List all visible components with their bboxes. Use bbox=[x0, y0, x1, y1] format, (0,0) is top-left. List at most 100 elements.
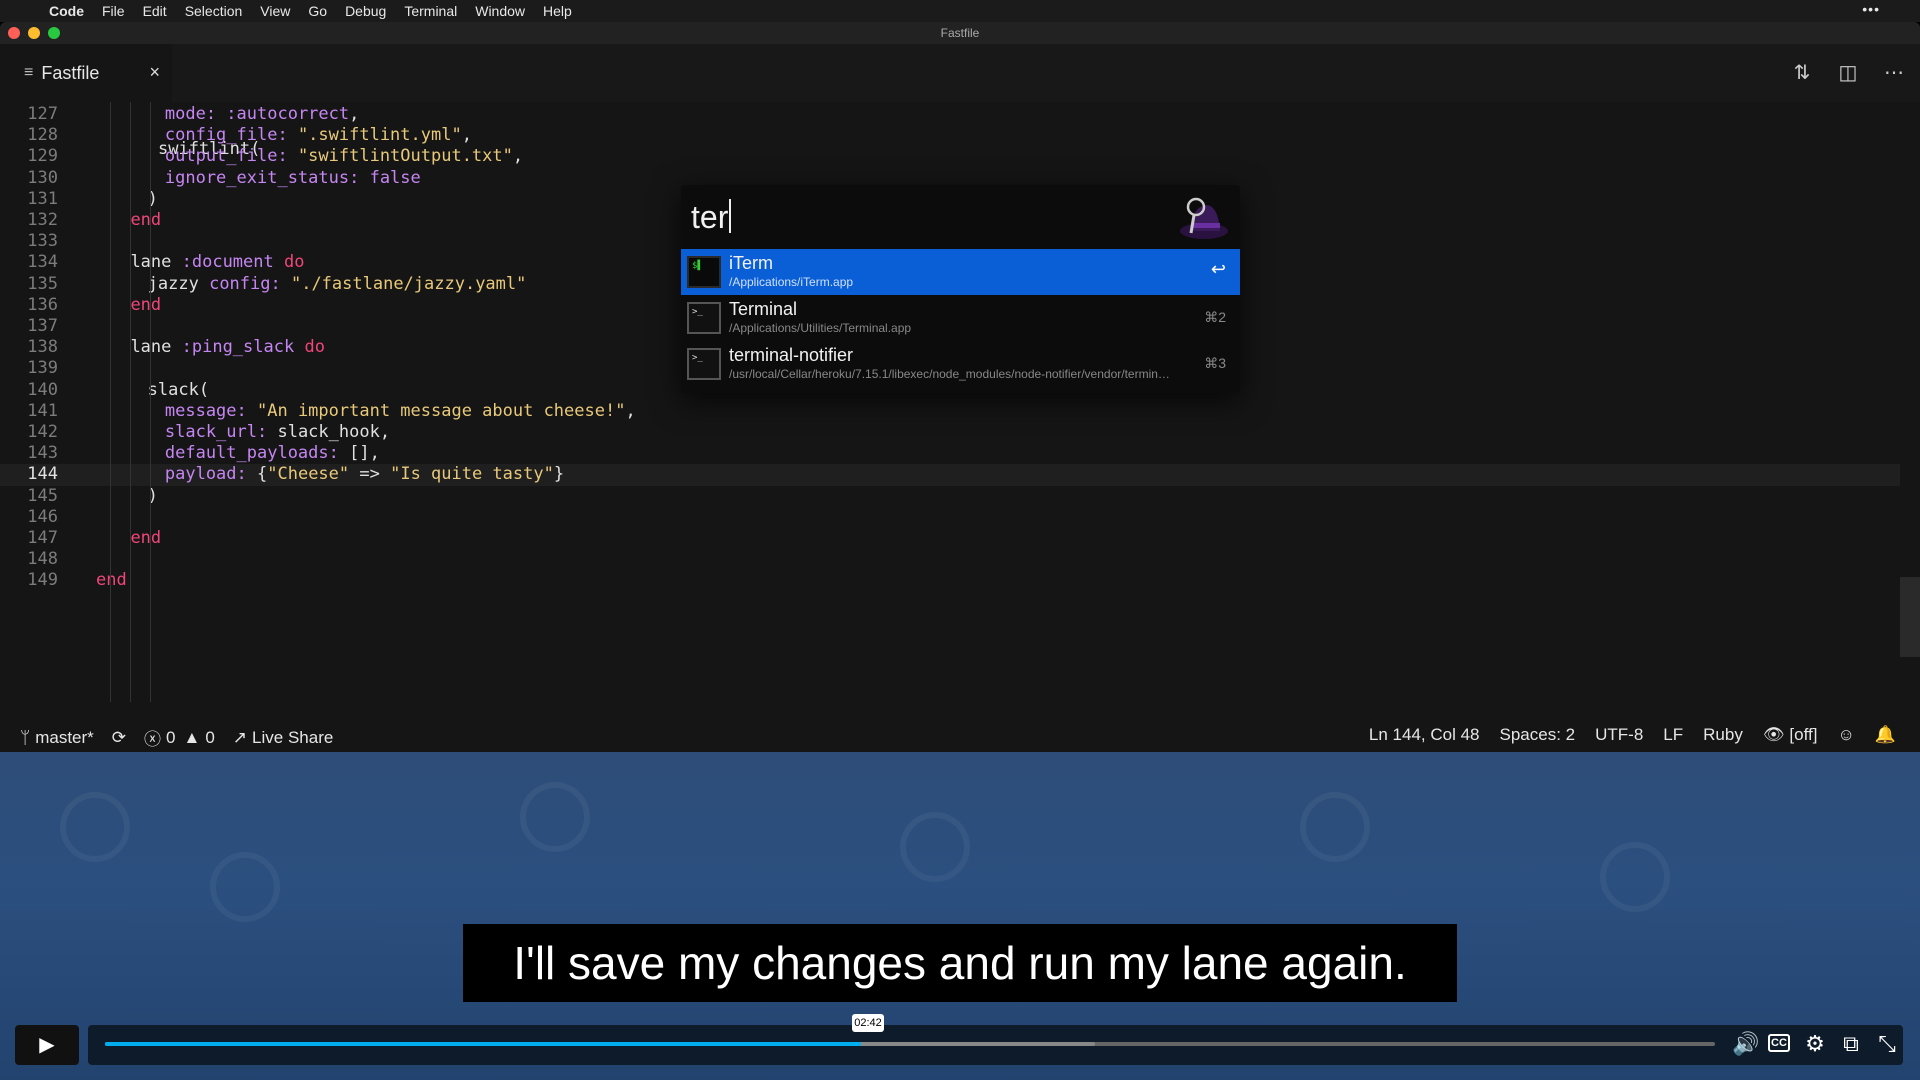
code-token: lane bbox=[130, 252, 182, 273]
indentation[interactable]: Spaces: 2 bbox=[1500, 725, 1576, 745]
menu-bar: Code File Edit Selection View Go Debug T… bbox=[0, 0, 1920, 22]
menu-app-name[interactable]: Code bbox=[40, 3, 93, 19]
code-token: :ping_slack bbox=[181, 337, 295, 358]
line-number: 141 bbox=[27, 400, 58, 421]
launcher-result[interactable]: $▌ iTerm/Applications/iTerm.app ↩ bbox=[681, 249, 1240, 295]
notifications-bell-icon[interactable]: 🔔 bbox=[1875, 725, 1896, 745]
code-token: } bbox=[553, 464, 565, 485]
split-editor-icon[interactable]: ◫ bbox=[1836, 60, 1860, 85]
code-token: config: bbox=[209, 273, 291, 294]
menu-extras-icon[interactable]: ••• bbox=[1862, 1, 1880, 17]
launcher-panel: ter $▌ iTerm/Applications/iTerm.app ↩ >_ Ter… bbox=[681, 185, 1240, 393]
line-number: 133 bbox=[27, 231, 58, 252]
menu-debug[interactable]: Debug bbox=[336, 3, 395, 19]
menu-terminal[interactable]: Terminal bbox=[395, 3, 466, 19]
editor-scrollbar[interactable] bbox=[1900, 577, 1920, 657]
line-number: 146 bbox=[27, 506, 58, 527]
status-bar: ᛘ master* ⟳ ⓧ 0 ▲ 0 ↗ Live Share Ln 144,… bbox=[0, 720, 1920, 752]
menu-edit[interactable]: Edit bbox=[134, 3, 176, 19]
volume-icon[interactable]: 🔊 bbox=[1732, 1031, 1759, 1057]
language-mode[interactable]: Ruby bbox=[1703, 725, 1743, 745]
launcher-hat-icon bbox=[1180, 197, 1228, 239]
share-icon: ↗ bbox=[232, 727, 248, 747]
code-token: "An important message about cheese!" bbox=[257, 400, 626, 421]
encoding[interactable]: UTF-8 bbox=[1595, 725, 1643, 745]
error-icon: ⓧ bbox=[144, 730, 162, 749]
feedback-smiley-icon[interactable]: ☺ bbox=[1837, 725, 1854, 745]
editor-actions: ⇅ ◫ ⋯ bbox=[1790, 60, 1906, 85]
launcher-search-input[interactable]: ter bbox=[691, 199, 1171, 239]
line-number: 135 bbox=[27, 273, 58, 294]
branch-status[interactable]: ᛘ master* bbox=[20, 725, 94, 750]
menu-selection[interactable]: Selection bbox=[176, 3, 252, 19]
menu-file[interactable]: File bbox=[93, 3, 134, 19]
exit-fullscreen-icon[interactable]: ⤡ bbox=[1876, 1031, 1898, 1057]
code-token: do bbox=[273, 252, 305, 273]
menu-view[interactable]: View bbox=[251, 3, 299, 19]
code-line[interactable]: 128 config_file: ".swiftlint.yml", bbox=[0, 125, 1900, 146]
progress-track[interactable] bbox=[105, 1042, 1715, 1046]
code-line[interactable]: 142 slack_url: slack_hook, bbox=[0, 422, 1900, 443]
compare-icon[interactable]: ⇅ bbox=[1790, 60, 1814, 85]
problems-status[interactable]: ⓧ 0 ▲ 0 bbox=[144, 725, 215, 750]
code-token: mode: bbox=[164, 104, 227, 124]
picture-in-picture-icon[interactable]: ⧉ bbox=[1840, 1031, 1862, 1057]
code-line[interactable]: 146 bbox=[0, 507, 1900, 528]
code-token: slack( bbox=[147, 379, 210, 400]
launcher-result[interactable]: >_ Terminal/Applications/Utilities/Termin… bbox=[681, 295, 1240, 341]
background-decoration bbox=[60, 792, 130, 862]
terminal-app-icon: $▌ bbox=[687, 256, 721, 288]
cursor-position[interactable]: Ln 144, Col 48 bbox=[1369, 725, 1480, 745]
code-token: { bbox=[257, 464, 268, 485]
code-line[interactable]: 145) bbox=[0, 486, 1900, 507]
watch-toggle[interactable]: 👁 [off] bbox=[1763, 725, 1818, 745]
line-ending[interactable]: LF bbox=[1663, 725, 1683, 745]
play-button[interactable]: ▶ bbox=[15, 1025, 79, 1065]
line-code: payload: {"Cheese" => "Is quite tasty"} bbox=[165, 464, 564, 485]
code-line[interactable]: 149 end bbox=[0, 570, 1900, 591]
line-number: 142 bbox=[27, 422, 58, 442]
launcher-result[interactable]: >_ terminal-notifier/usr/local/Cellar/her… bbox=[681, 341, 1240, 387]
code-token: slack_hook, bbox=[277, 422, 391, 442]
code-line[interactable]: 141 message: "An important message about … bbox=[0, 401, 1900, 422]
code-token: "./fastlane/jazzy.yaml" bbox=[290, 273, 527, 294]
settings-gear-icon[interactable]: ⚙ bbox=[1804, 1031, 1826, 1057]
code-token: "Is quite tasty" bbox=[390, 464, 554, 485]
sync-icon[interactable]: ⟳ bbox=[112, 725, 126, 750]
code-token: message: bbox=[164, 400, 257, 421]
result-shortcut: ⌘3 bbox=[1204, 355, 1226, 371]
window-minimize-button[interactable] bbox=[28, 27, 40, 39]
captions-icon[interactable]: CC bbox=[1768, 1034, 1790, 1052]
line-code: lane :ping_slack do bbox=[130, 337, 325, 358]
menu-help[interactable]: Help bbox=[534, 3, 581, 19]
tab-label: Fastfile bbox=[41, 62, 100, 83]
code-line[interactable]: 144 payload: {"Cheese" => "Is quite tasty… bbox=[0, 464, 1900, 486]
code-line[interactable]: 127 mode: :autocorrect, bbox=[0, 104, 1900, 125]
code-token: :autocorrect bbox=[226, 104, 350, 124]
menu-window[interactable]: Window bbox=[466, 3, 534, 19]
tab-close-icon[interactable]: × bbox=[149, 62, 160, 83]
line-number: 139 bbox=[27, 358, 58, 379]
menu-go[interactable]: Go bbox=[299, 3, 336, 19]
result-shortcut: ⌘2 bbox=[1204, 309, 1226, 325]
line-number: 140 bbox=[27, 379, 58, 400]
window-zoom-button[interactable] bbox=[48, 27, 60, 39]
line-number: 136 bbox=[27, 294, 58, 315]
line-code: config_file: ".swiftlint.yml", bbox=[165, 125, 472, 146]
more-icon[interactable]: ⋯ bbox=[1882, 60, 1906, 85]
live-share-button[interactable]: ↗ Live Share bbox=[233, 725, 334, 750]
code-line[interactable]: 129 output_file: "swiftlintOutput.txt", bbox=[0, 146, 1900, 167]
result-title: terminal-notifier bbox=[729, 345, 854, 365]
code-line[interactable]: 143 default_payloads: [], bbox=[0, 443, 1900, 464]
code-line[interactable]: 147 end bbox=[0, 528, 1900, 549]
code-token: default_payloads: bbox=[164, 443, 350, 464]
line-code: end bbox=[130, 295, 161, 316]
code-token: false bbox=[369, 167, 421, 188]
code-line[interactable]: 148 bbox=[0, 549, 1900, 570]
code-token: ignore_exit_status: bbox=[164, 167, 370, 188]
result-shortcut: ↩ bbox=[1210, 259, 1226, 279]
warning-icon: ▲ bbox=[183, 727, 201, 747]
window-close-button[interactable] bbox=[8, 27, 20, 39]
line-number: 144 bbox=[27, 464, 58, 485]
tab-fastfile[interactable]: ≡ Fastfile × bbox=[0, 44, 172, 102]
